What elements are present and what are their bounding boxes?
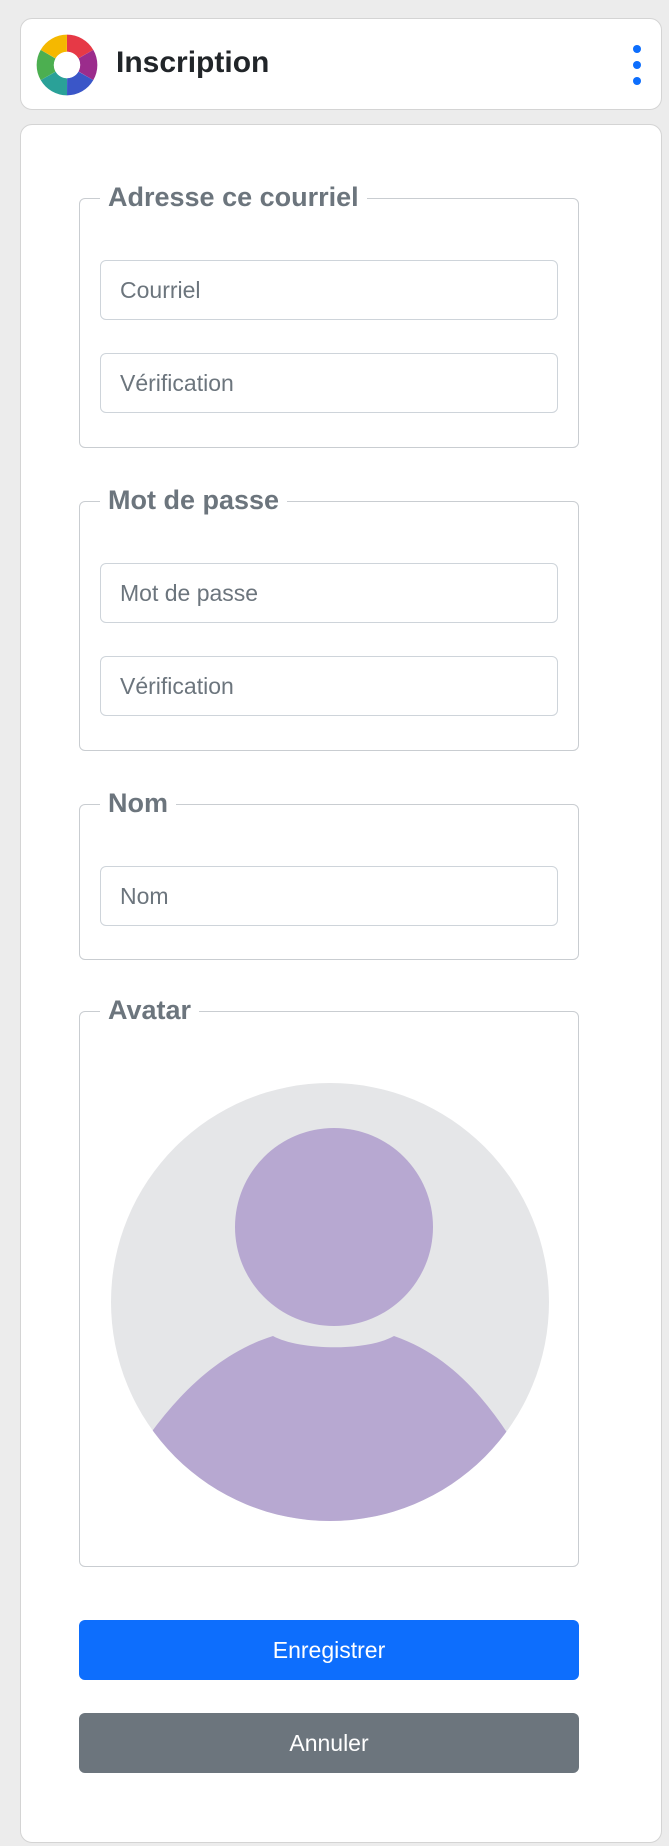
avatar-fieldset: Avatar: [79, 992, 579, 1567]
password-legend: Mot de passe: [100, 482, 288, 518]
password-field[interactable]: [100, 563, 558, 623]
email-legend: Adresse ce courriel: [100, 179, 367, 215]
avatar-legend: Avatar: [100, 992, 200, 1028]
page-title: Inscription: [116, 46, 270, 79]
app-header: Inscription: [20, 18, 662, 110]
name-legend: Nom: [100, 785, 176, 821]
password-fieldset: Mot de passe: [79, 482, 579, 751]
password-verify-field[interactable]: [100, 656, 558, 716]
menu-dot: [633, 45, 641, 53]
name-fieldset: Nom: [79, 785, 579, 960]
name-field[interactable]: [100, 866, 558, 926]
default-user-avatar-icon[interactable]: [110, 1082, 550, 1522]
kebab-menu-icon[interactable]: [627, 45, 647, 85]
cancel-button[interactable]: Annuler: [79, 1713, 579, 1773]
email-fieldset: Adresse ce courriel: [79, 179, 579, 448]
registration-card: Adresse ce courriel Mot de passe Nom Ava…: [20, 124, 662, 1843]
save-button[interactable]: Enregistrer: [79, 1620, 579, 1680]
aperture-logo-icon: [36, 34, 98, 96]
menu-dot: [633, 77, 641, 85]
email-verify-field[interactable]: [100, 353, 558, 413]
email-field[interactable]: [100, 260, 558, 320]
menu-dot: [633, 61, 641, 69]
